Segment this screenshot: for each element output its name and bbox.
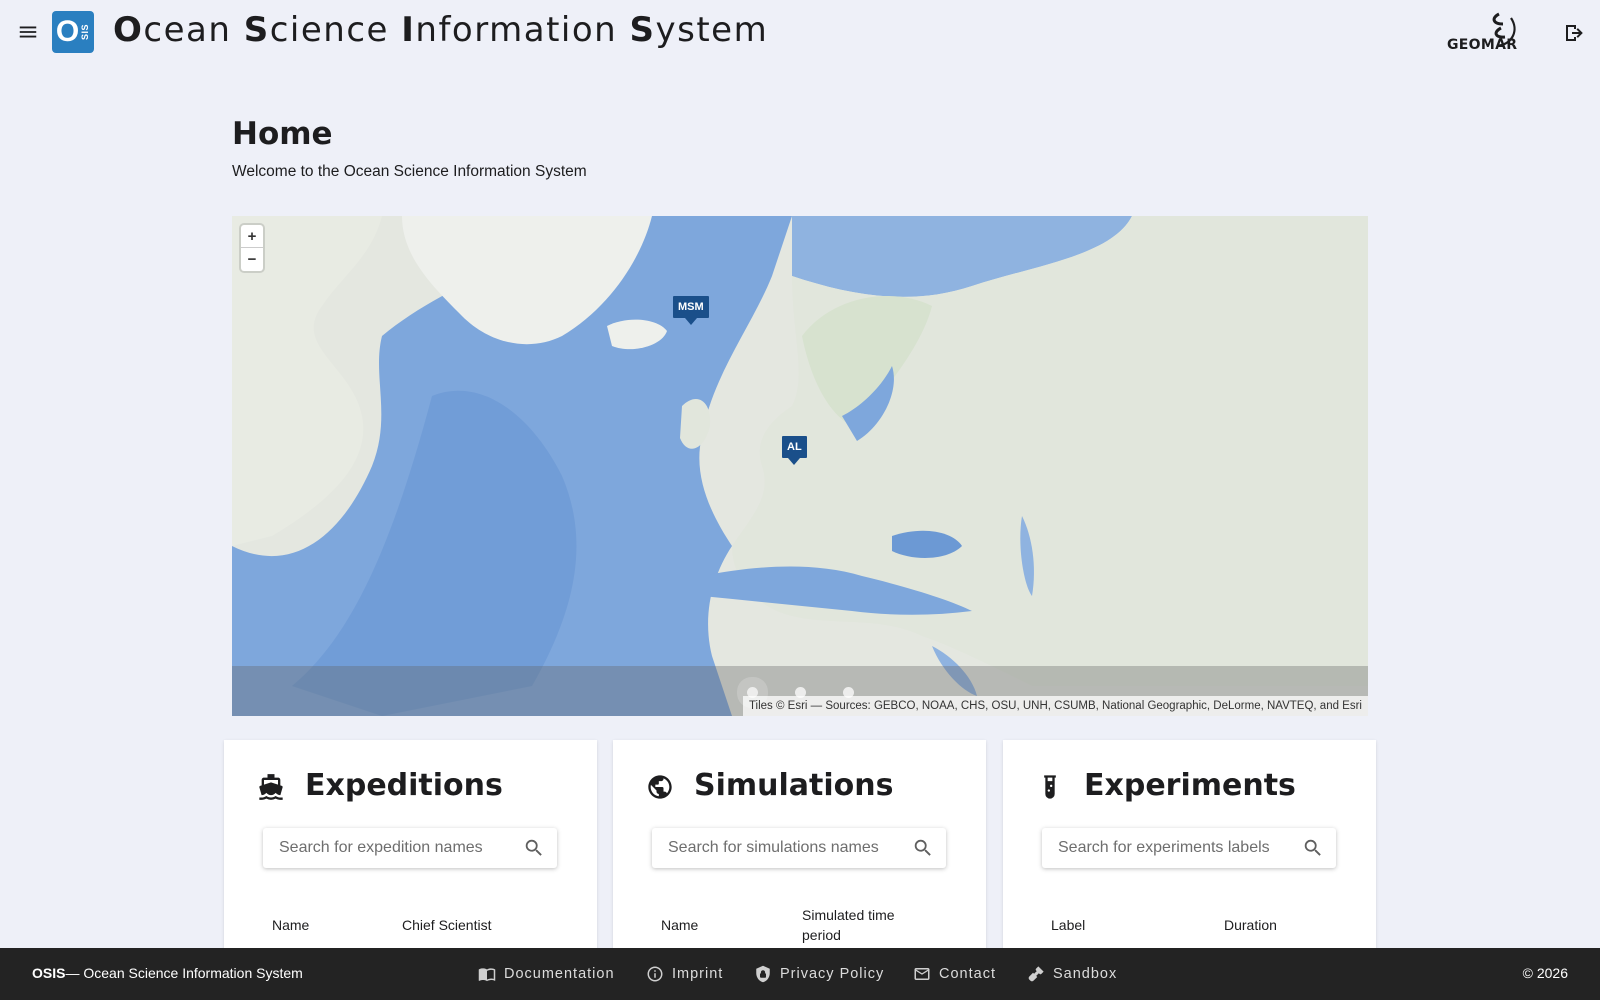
map-marker-msm[interactable]: MSM bbox=[673, 296, 709, 325]
simulation-search bbox=[652, 828, 946, 868]
osis-logo[interactable]: O SIS bbox=[52, 11, 94, 53]
search-icon[interactable] bbox=[523, 837, 545, 859]
logo-sub: SIS bbox=[80, 23, 91, 40]
expedition-search bbox=[263, 828, 557, 868]
map-basemap bbox=[232, 216, 1368, 716]
footer-link-imprint[interactable]: Imprint bbox=[646, 964, 723, 984]
zoom-in-button[interactable]: + bbox=[241, 225, 263, 248]
page-subtitle: Welcome to the Ocean Science Information… bbox=[232, 163, 587, 180]
experiment-search bbox=[1042, 828, 1336, 868]
column-header[interactable]: Duration bbox=[1224, 915, 1277, 935]
expedition-search-input[interactable] bbox=[263, 828, 513, 868]
info-icon bbox=[647, 966, 663, 982]
title-initial: S bbox=[243, 10, 270, 50]
geomar-wordmark: GEOMAR bbox=[1447, 37, 1518, 53]
top-app-bar: O SIS Ocean Science Information System G… bbox=[0, 0, 1600, 64]
footer: OSIS— Ocean Science Information System D… bbox=[0, 948, 1600, 1000]
title-initial: I bbox=[401, 10, 416, 50]
title-rest: cean bbox=[143, 10, 244, 50]
map-attribution: Tiles © Esri — Sources: GEBCO, NOAA, CHS… bbox=[742, 696, 1368, 716]
footer-link-privacy[interactable]: Privacy Policy bbox=[754, 964, 884, 984]
logo-letter: O bbox=[55, 15, 80, 48]
zoom-control: + − bbox=[241, 225, 263, 271]
shield-icon bbox=[756, 965, 770, 983]
zoom-out-button[interactable]: − bbox=[241, 248, 263, 271]
simulation-search-input[interactable] bbox=[652, 828, 902, 868]
footer-link-sandbox[interactable]: Sandbox bbox=[1027, 964, 1117, 984]
expedition-map[interactable]: + − MSM AL Tiles © Esri — Sources: GEBCO… bbox=[232, 216, 1368, 716]
footer-link-label: Contact bbox=[939, 966, 996, 982]
ship-icon bbox=[259, 774, 283, 800]
title-initial: S bbox=[629, 10, 656, 50]
column-header[interactable]: Name bbox=[272, 915, 309, 935]
expeditions-title: Expeditions bbox=[305, 768, 503, 803]
app-title: Ocean Science Information System bbox=[113, 10, 768, 50]
footer-brand-text: — Ocean Science Information System bbox=[65, 965, 303, 981]
geomar-logo[interactable]: GEOMAR bbox=[1447, 10, 1522, 54]
footer-link-contact[interactable]: Contact bbox=[913, 964, 996, 984]
footer-brand-bold: OSIS bbox=[32, 965, 66, 981]
experiments-title: Experiments bbox=[1084, 768, 1296, 803]
title-rest: nformation bbox=[415, 10, 630, 50]
footer-link-documentation[interactable]: Documentation bbox=[478, 964, 615, 984]
search-icon[interactable] bbox=[912, 837, 934, 859]
globe-icon bbox=[648, 775, 672, 799]
menu-button[interactable] bbox=[14, 18, 42, 46]
search-icon[interactable] bbox=[1302, 837, 1324, 859]
map-marker-al[interactable]: AL bbox=[782, 436, 807, 465]
title-rest: cience bbox=[269, 10, 402, 50]
footer-link-label: Imprint bbox=[672, 966, 724, 982]
column-header[interactable]: Simulated time period bbox=[802, 905, 922, 945]
footer-link-label: Documentation bbox=[504, 966, 615, 982]
shovel-icon bbox=[1028, 966, 1044, 982]
book-icon bbox=[478, 968, 496, 982]
title-rest: ystem bbox=[655, 10, 769, 50]
column-header[interactable]: Label bbox=[1051, 915, 1085, 935]
footer-brand: OSIS— Ocean Science Information System bbox=[32, 965, 303, 981]
title-initial: O bbox=[113, 10, 144, 50]
column-header[interactable]: Chief Scientist bbox=[402, 915, 491, 935]
footer-link-label: Sandbox bbox=[1053, 966, 1118, 982]
copyright: © 2026 bbox=[1522, 965, 1568, 981]
column-header[interactable]: Name bbox=[661, 915, 698, 935]
menu-icon bbox=[19, 26, 37, 38]
experiment-search-input[interactable] bbox=[1042, 828, 1292, 868]
page-title: Home bbox=[232, 116, 333, 152]
logout-button[interactable] bbox=[1561, 21, 1585, 45]
simulations-title: Simulations bbox=[694, 768, 894, 803]
footer-link-label: Privacy Policy bbox=[780, 966, 885, 982]
mail-icon bbox=[914, 968, 930, 980]
logout-icon bbox=[1566, 25, 1583, 41]
test-tube-icon bbox=[1044, 775, 1056, 799]
